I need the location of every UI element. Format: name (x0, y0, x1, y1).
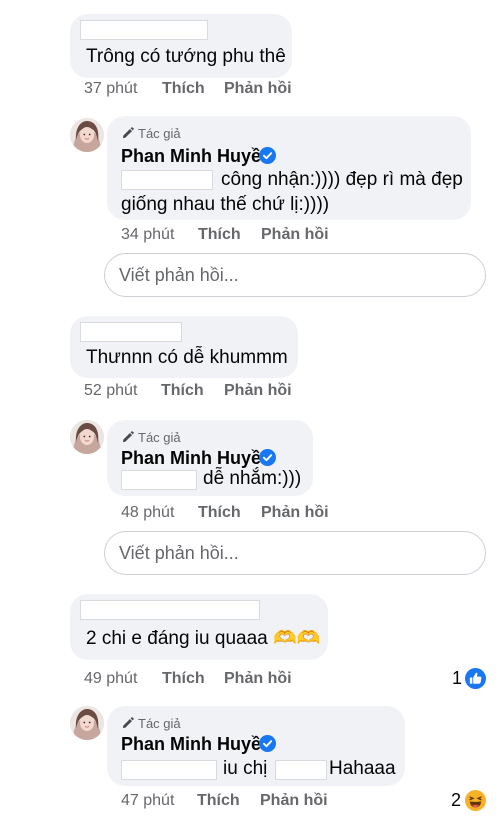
author-badge: Tác giả (121, 126, 181, 141)
reply-actions: 48 phút Thích Phản hồi (121, 504, 381, 524)
avatar[interactable] (70, 118, 104, 152)
reply-input[interactable] (104, 253, 486, 297)
reply-bubble: Tác giả Phan Minh Huyền dễ nhắm:))) (107, 420, 313, 496)
verified-icon (259, 449, 276, 466)
redacted-tagged-name (121, 470, 197, 490)
reply-timestamp[interactable]: 48 phút (121, 504, 174, 522)
reply-actions: 47 phút Thích Phản hồi (121, 792, 381, 812)
redacted-tagged-name (121, 170, 213, 190)
redacted-tagged-name (275, 760, 327, 780)
comment-text: Thưnnn có dễ khummm (86, 347, 288, 368)
author-badge: Tác giả (121, 430, 181, 445)
comment-bubble: Trông có tướng phu thê (70, 14, 292, 78)
comment-actions: 37 phút Thích Phản hồi (84, 80, 344, 100)
reply-bubble: Tác giả Phan Minh Huyền iu chị Hahaaa (107, 706, 405, 786)
reply-timestamp[interactable]: 34 phút (121, 226, 174, 244)
like-icon[interactable] (465, 668, 486, 689)
reply-bubble: Tác giả Phan Minh Huyền công nhận:)))) đ… (107, 116, 471, 220)
haha-icon[interactable] (465, 790, 486, 811)
avatar[interactable] (70, 706, 104, 740)
pencil-icon (121, 431, 134, 444)
comment-actions: 52 phút Thích Phản hồi (84, 382, 344, 402)
comment-timestamp[interactable]: 37 phút (84, 80, 137, 98)
redacted-commenter-name (80, 20, 208, 40)
pencil-icon (121, 127, 134, 140)
reply-input[interactable] (104, 531, 486, 575)
comment-bubble: Thưnnn có dễ khummm (70, 316, 298, 378)
comment-bubble: 2 chi e đáng iu quaaa 🫶🫶 (70, 594, 328, 660)
comment-timestamp[interactable]: 49 phút (84, 670, 137, 688)
reply-button[interactable]: Phản hồi (224, 670, 292, 688)
comment-text: 2 chi e đáng iu quaaa 🫶🫶 (86, 628, 321, 649)
like-button[interactable]: Thích (198, 226, 241, 244)
verified-icon (259, 735, 276, 752)
like-button[interactable]: Thích (197, 792, 240, 810)
like-button[interactable]: Thích (161, 382, 204, 400)
author-badge: Tác giả (121, 716, 181, 731)
reaction-count[interactable]: 2 (451, 790, 461, 811)
reply-text-part1: iu chị (223, 758, 268, 779)
comment-timestamp[interactable]: 52 phút (84, 382, 137, 400)
reaction-count[interactable]: 1 (452, 668, 462, 689)
comment-text: Trông có tướng phu thê (86, 46, 286, 67)
reply-button[interactable]: Phản hồi (261, 504, 329, 522)
reply-button[interactable]: Phản hồi (224, 382, 292, 400)
verified-icon (259, 147, 276, 164)
reply-actions: 34 phút Thích Phản hồi (121, 226, 381, 246)
reply-button[interactable]: Phản hồi (260, 792, 328, 810)
redacted-commenter-name (80, 600, 260, 620)
reply-text-line1: dễ nhắm:))) (203, 468, 302, 489)
like-button[interactable]: Thích (162, 80, 205, 98)
reply-text-part2: Hahaaa (329, 758, 396, 779)
comment-actions: 49 phút Thích Phản hồi (84, 670, 344, 690)
reply-text-line2: giống nhau thế chứ lị:)))) (121, 194, 330, 215)
reply-timestamp[interactable]: 47 phút (121, 792, 174, 810)
redacted-tagged-name (121, 760, 217, 780)
reply-button[interactable]: Phản hồi (261, 226, 329, 244)
like-button[interactable]: Thích (162, 670, 205, 688)
reply-button[interactable]: Phản hồi (224, 80, 292, 98)
pencil-icon (121, 717, 134, 730)
avatar[interactable] (70, 420, 104, 454)
reply-text-line1: công nhận:)))) đẹp rì mà đẹp (221, 169, 463, 190)
author-name[interactable]: Phan Minh Huyền (121, 734, 272, 755)
like-button[interactable]: Thích (198, 504, 241, 522)
author-name[interactable]: Phan Minh Huyền (121, 146, 272, 167)
redacted-commenter-name (80, 322, 182, 342)
